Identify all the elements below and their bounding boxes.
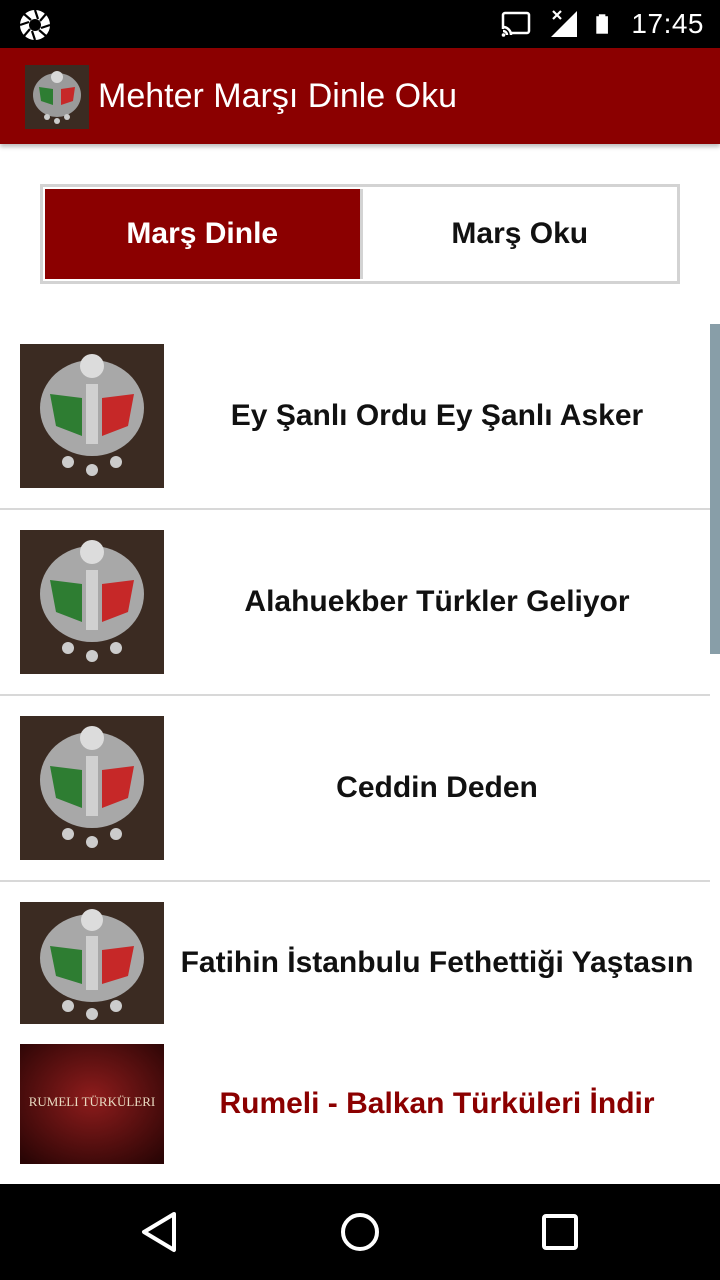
status-time: 17:45 bbox=[631, 8, 704, 39]
segmented-tabs: Marş Dinle Marş Oku bbox=[40, 184, 680, 284]
recents-icon[interactable] bbox=[530, 1202, 590, 1262]
list-item[interactable]: Alahuekber Türkler Geliyor bbox=[0, 510, 710, 696]
promo-item[interactable]: RUMELI TÜRKÜLERI Rumeli - Balkan Türküle… bbox=[0, 1044, 710, 1184]
list-item[interactable]: Fatihin İstanbulu Fethettiği Yaştasın bbox=[0, 902, 710, 1024]
ottoman-coat-of-arms-thumbnail bbox=[20, 716, 164, 860]
tab-mars-dinle[interactable]: Marş Dinle bbox=[45, 189, 363, 279]
scrollbar[interactable] bbox=[710, 324, 720, 654]
camera-shutter-icon bbox=[19, 9, 51, 41]
ottoman-coat-of-arms-thumbnail bbox=[20, 344, 164, 488]
list-item-title: Alahuekber Türkler Geliyor bbox=[244, 585, 630, 618]
list-item[interactable]: Ceddin Deden bbox=[0, 696, 710, 882]
navigation-bar bbox=[0, 1184, 720, 1280]
status-bar: 17:45 bbox=[0, 0, 720, 48]
list-item-title: Fatihin İstanbulu Fethettiği Yaştasın bbox=[180, 946, 694, 979]
list-item[interactable]: Ey Şanlı Ordu Ey Şanlı Asker bbox=[0, 324, 710, 510]
march-list: Ey Şanlı Ordu Ey Şanlı Asker Alahuekber … bbox=[0, 324, 710, 1184]
tab-mars-oku[interactable]: Marş Oku bbox=[363, 187, 678, 281]
signal-icon bbox=[551, 10, 578, 37]
app-title: Mehter Marşı Dinle Oku bbox=[98, 77, 457, 115]
cast-icon bbox=[501, 11, 531, 37]
ottoman-coat-of-arms-icon bbox=[25, 65, 89, 129]
back-icon[interactable] bbox=[130, 1202, 190, 1262]
battery-icon bbox=[596, 14, 609, 34]
home-icon[interactable] bbox=[330, 1202, 390, 1262]
ottoman-coat-of-arms-thumbnail bbox=[20, 902, 164, 1024]
promo-title: Rumeli - Balkan Türküleri İndir bbox=[219, 1087, 655, 1120]
list-item-title: Ceddin Deden bbox=[336, 771, 538, 804]
promo-thumb-text: RUMELI TÜRKÜLERI bbox=[29, 1094, 156, 1109]
app-bar: Mehter Marşı Dinle Oku bbox=[0, 48, 720, 144]
ottoman-coat-of-arms-thumbnail bbox=[20, 530, 164, 674]
list-item-title: Ey Şanlı Ordu Ey Şanlı Asker bbox=[230, 399, 644, 432]
rumeli-turkuleri-thumbnail: RUMELI TÜRKÜLERI bbox=[20, 1044, 164, 1164]
